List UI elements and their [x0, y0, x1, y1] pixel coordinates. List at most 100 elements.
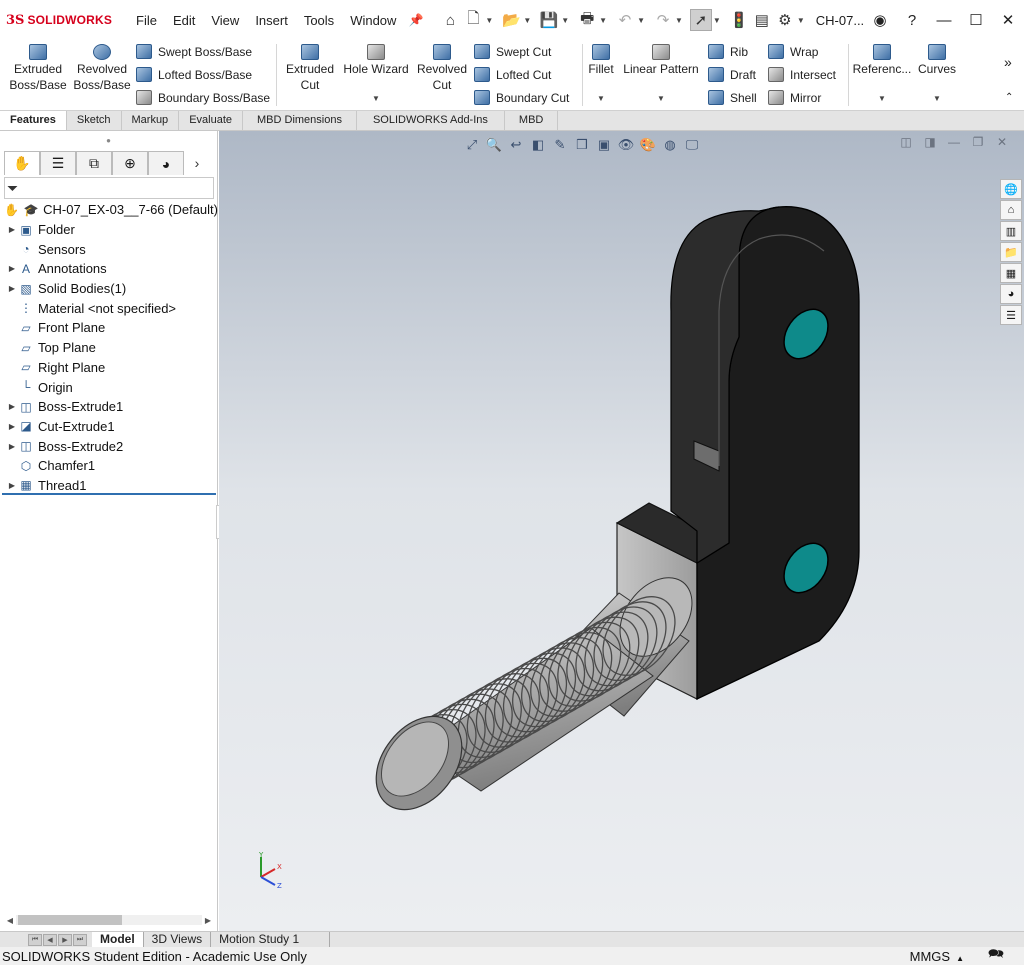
last-tab-icon[interactable]: ⏭ — [73, 933, 87, 946]
solidworks-logo[interactable]: 3S SOLIDWORKS — [0, 13, 120, 28]
intersect-button[interactable]: Intersect — [768, 67, 836, 82]
tab-evaluate[interactable]: Evaluate — [179, 111, 243, 130]
boundary-cut-button[interactable]: Boundary Cut — [474, 90, 569, 105]
unit-system-selector[interactable]: MMGS ▲ — [910, 949, 964, 964]
tree-filter[interactable]: ⏷ — [4, 177, 214, 199]
linear-pattern-dropdown-icon[interactable]: ▼ — [657, 94, 665, 103]
scroll-left-icon[interactable]: ◀ — [4, 916, 16, 925]
home-icon[interactable]: ⌂ — [439, 9, 461, 31]
expand-arrow-icon[interactable]: ▶ — [6, 481, 18, 490]
expand-arrow-icon[interactable]: ▶ — [6, 422, 18, 431]
lofted-boss-button[interactable]: Lofted Boss/Base — [136, 67, 252, 82]
menu-insert[interactable]: Insert — [247, 13, 296, 28]
tree-item[interactable]: ⋮ Material <not specified> — [0, 298, 218, 318]
shell-button[interactable]: Shell — [708, 90, 757, 105]
panel-grip-icon[interactable]: ● — [0, 131, 217, 151]
tree-item[interactable]: ▶ ◫ Boss-Extrude1 — [0, 397, 218, 417]
graphics-area[interactable]: ⤢ 🔍 ↩ ◧ ✎ ❒ ▣ 👁 🎨 ◍ 🖵 ◫ ◨ — ❐ ✕ 🌐 ⌂ ▥ 📁 … — [219, 131, 1024, 931]
save-dropdown-icon[interactable]: ▼ — [561, 16, 569, 25]
tab-model[interactable]: Model — [92, 932, 144, 947]
ribbon-collapse-icon[interactable]: ⌃ — [1005, 92, 1013, 103]
panel-tabs-more-icon[interactable]: › — [184, 151, 210, 175]
expand-arrow-icon[interactable]: ▶ — [6, 225, 18, 234]
rebuild-icon[interactable]: 🚦 — [728, 9, 750, 31]
print-icon[interactable]: 🖶 — [576, 9, 598, 31]
ribbon-more-chevron-icon[interactable]: » — [1004, 54, 1012, 70]
rollback-bar[interactable] — [2, 493, 216, 495]
minimize-icon[interactable]: — — [928, 12, 960, 29]
tab-mbd[interactable]: MBD — [504, 111, 559, 130]
options-gear-icon[interactable]: ⚙ — [774, 9, 796, 31]
undo-dropdown-icon[interactable]: ▼ — [637, 16, 645, 25]
draft-button[interactable]: Draft — [708, 67, 756, 82]
property-manager-tab-icon[interactable]: ☰ — [40, 151, 76, 175]
tree-item[interactable]: └ Origin — [0, 377, 218, 397]
tree-item[interactable]: ▶ ◫ Boss-Extrude2 — [0, 436, 218, 456]
next-tab-icon[interactable]: ▶ — [58, 933, 72, 946]
undo-icon[interactable]: ↶ — [614, 9, 636, 31]
filter-funnel-icon[interactable]: ⏷ — [7, 180, 18, 197]
file-properties-icon[interactable]: ▤ — [751, 9, 773, 31]
tab-features[interactable]: Features — [0, 111, 67, 130]
select-pointer-icon[interactable]: ➚ — [689, 9, 712, 31]
open-dropdown-icon[interactable]: ▼ — [523, 16, 531, 25]
curves-dropdown-icon[interactable]: ▼ — [933, 94, 941, 103]
scroll-right-icon[interactable]: ▶ — [202, 916, 214, 925]
menu-file[interactable]: File — [128, 13, 165, 28]
save-icon[interactable]: 💾 — [538, 9, 560, 31]
options-dropdown-icon[interactable]: ▼ — [797, 16, 805, 25]
tree-item[interactable]: ▱ Right Plane — [0, 358, 218, 378]
expand-arrow-icon[interactable]: ▶ — [6, 264, 18, 273]
tree-root-part[interactable]: ✋ 🎓 CH-07_EX-03__7-66 (Default) — [0, 200, 218, 220]
tree-item[interactable]: ▶ ▧ Solid Bodies(1) — [0, 279, 218, 299]
rib-button[interactable]: Rib — [708, 44, 748, 59]
scroll-thumb[interactable] — [18, 915, 122, 925]
tree-item[interactable]: ▶ A Annotations — [0, 259, 218, 279]
hole-wizard-button[interactable]: Hole Wizard — [340, 44, 412, 77]
swept-cut-button[interactable]: Swept Cut — [474, 44, 551, 59]
tree-item[interactable]: ▱ Front Plane — [0, 318, 218, 338]
print-dropdown-icon[interactable]: ▼ — [599, 16, 607, 25]
dimxpert-manager-tab-icon[interactable]: ⊕ — [112, 151, 148, 175]
tab-3d-views[interactable]: 3D Views — [144, 932, 212, 947]
tab-solidworks-addins[interactable]: SOLIDWORKS Add-Ins — [356, 111, 505, 130]
fillet-button[interactable]: Fillet — [586, 44, 616, 77]
tab-sketch[interactable]: Sketch — [66, 111, 122, 130]
open-icon[interactable]: 📂 — [500, 9, 522, 31]
close-icon[interactable]: ✕ — [992, 11, 1024, 29]
display-manager-tab-icon[interactable]: ◕ — [148, 151, 184, 175]
tab-mbd-dimensions[interactable]: MBD Dimensions — [243, 111, 357, 130]
status-notes-icon[interactable]: 🗪 — [988, 945, 1004, 967]
redo-icon[interactable]: ↷ — [652, 9, 674, 31]
help-icon[interactable]: ? — [896, 12, 928, 29]
prev-tab-icon[interactable]: ◀ — [43, 933, 57, 946]
tree-item[interactable]: ▶ ◪ Cut-Extrude1 — [0, 417, 218, 437]
tab-motion-study-1[interactable]: Motion Study 1 — [211, 932, 331, 947]
pin-icon[interactable]: 📌 — [408, 13, 423, 28]
menu-view[interactable]: View — [203, 13, 247, 28]
first-tab-icon[interactable]: ⏮ — [28, 933, 42, 946]
tab-markup[interactable]: Markup — [121, 111, 180, 130]
panel-horizontal-scrollbar[interactable]: ◀ ▶ — [4, 913, 214, 927]
lofted-cut-button[interactable]: Lofted Cut — [474, 67, 551, 82]
swept-boss-button[interactable]: Swept Boss/Base — [136, 44, 252, 59]
boundary-boss-button[interactable]: Boundary Boss/Base — [136, 90, 270, 105]
expand-arrow-icon[interactable]: ▶ — [6, 442, 18, 451]
new-document-icon[interactable]: 🗋 — [462, 9, 484, 31]
wrap-button[interactable]: Wrap — [768, 44, 818, 59]
mirror-button[interactable]: Mirror — [768, 90, 821, 105]
reference-dropdown-icon[interactable]: ▼ — [878, 94, 886, 103]
revolved-cut-button[interactable]: Revolved Cut — [414, 44, 470, 93]
feature-manager-tab-icon[interactable]: ✋ — [4, 151, 40, 175]
account-icon[interactable]: ◉ — [864, 11, 896, 29]
menu-window[interactable]: Window — [342, 13, 404, 28]
extruded-cut-button[interactable]: Extruded Cut — [282, 44, 338, 93]
tree-item[interactable]: ⬡ Chamfer1 — [0, 456, 218, 476]
new-dropdown-icon[interactable]: ▼ — [485, 16, 493, 25]
scroll-track[interactable] — [16, 915, 202, 925]
tree-item[interactable]: ◔ Sensors — [0, 239, 218, 259]
fillet-dropdown-icon[interactable]: ▼ — [597, 94, 605, 103]
expand-arrow-icon[interactable]: ▶ — [6, 402, 18, 411]
unit-dropdown-icon[interactable]: ▲ — [956, 954, 964, 963]
tree-item[interactable]: ▶ ▣ Folder — [0, 220, 218, 240]
